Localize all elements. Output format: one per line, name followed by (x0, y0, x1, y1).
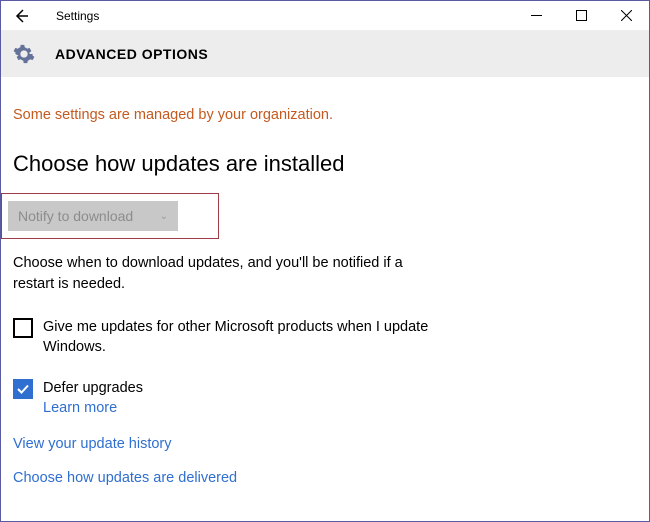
close-icon (621, 10, 632, 21)
maximize-button[interactable] (559, 1, 604, 31)
highlight-box: Notify to download ⌄ (1, 193, 219, 239)
window-controls (514, 1, 649, 31)
check-icon (16, 382, 30, 396)
update-delivery-link[interactable]: Choose how updates are delivered (13, 470, 635, 486)
checkbox-defer-upgrades[interactable] (13, 379, 33, 399)
minimize-icon (531, 10, 542, 21)
checkbox-other-products[interactable] (13, 318, 33, 338)
checkbox-row-other-products: Give me updates for other Microsoft prod… (13, 317, 463, 358)
maximize-icon (576, 10, 587, 21)
body-text: Choose when to download updates, and you… (13, 253, 443, 295)
section-heading: Choose how updates are installed (13, 151, 635, 177)
link-section: View your update history Choose how upda… (13, 436, 635, 486)
titlebar: Settings (1, 1, 649, 31)
checkbox-row-defer: Defer upgrades Learn more (13, 378, 463, 416)
back-button[interactable] (1, 1, 41, 31)
gear-icon (13, 43, 35, 65)
app-title: Settings (56, 9, 514, 23)
update-history-link[interactable]: View your update history (13, 436, 635, 452)
page-title: ADVANCED OPTIONS (55, 46, 208, 62)
header: ADVANCED OPTIONS (1, 31, 649, 77)
checkbox-defer-label: Defer upgrades (43, 378, 143, 398)
minimize-button[interactable] (514, 1, 559, 31)
dropdown-selected: Notify to download (18, 208, 133, 224)
checkbox-other-products-label: Give me updates for other Microsoft prod… (43, 317, 463, 358)
back-arrow-icon (12, 7, 30, 25)
chevron-down-icon: ⌄ (160, 211, 168, 222)
learn-more-link[interactable]: Learn more (43, 400, 143, 416)
update-mode-dropdown[interactable]: Notify to download ⌄ (8, 201, 178, 231)
content: Some settings are managed by your organi… (1, 77, 649, 486)
org-notice: Some settings are managed by your organi… (13, 107, 635, 123)
close-button[interactable] (604, 1, 649, 31)
